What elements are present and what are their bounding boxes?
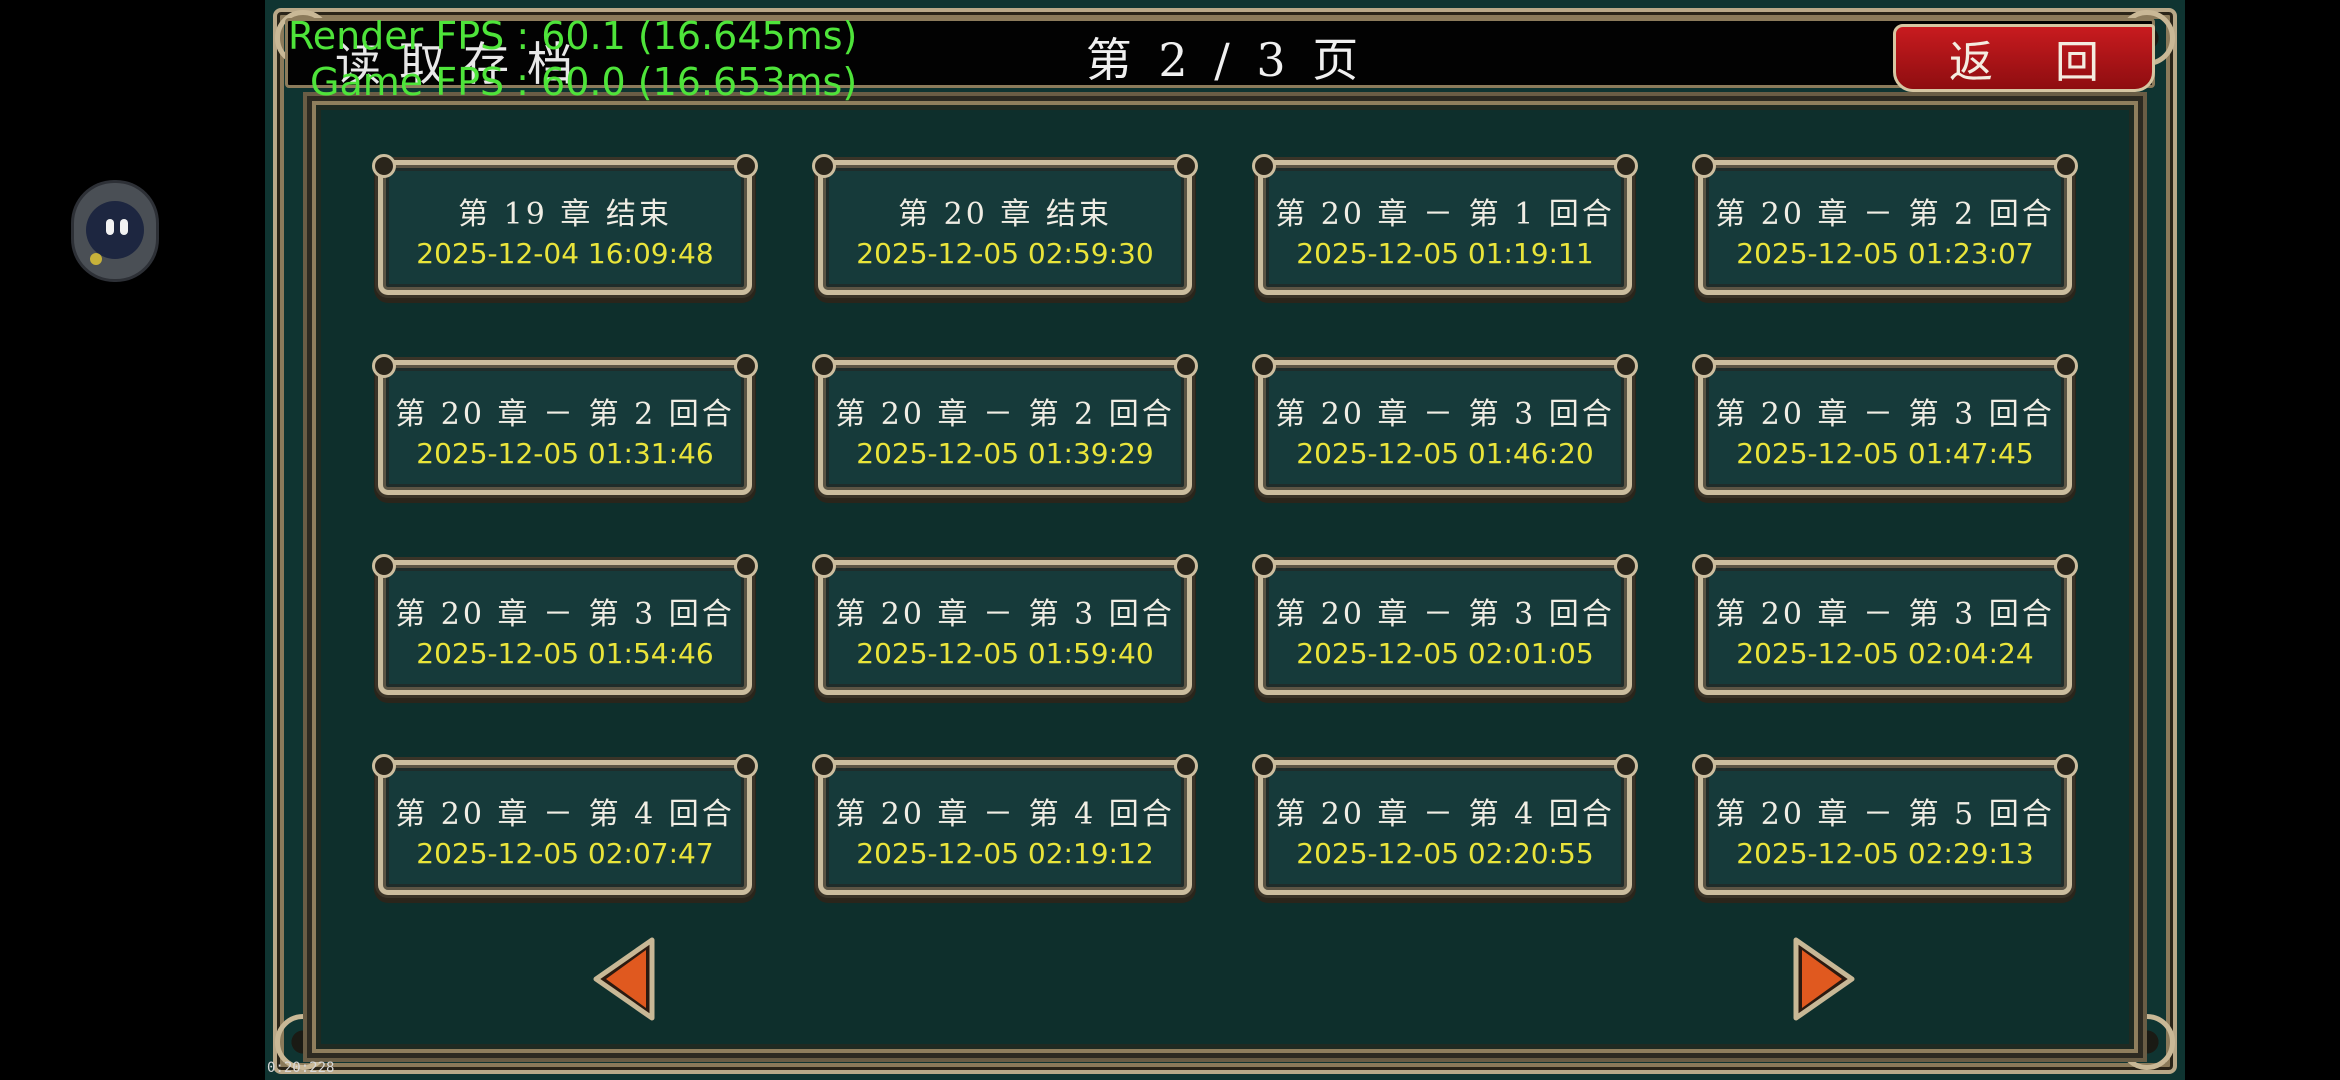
save-slot-label: 第 20 章 － 第 2 回合 [395,397,735,432]
save-slot[interactable]: 第 20 章 － 第 2 回合 2025-12-05 01:31:46 [372,354,758,495]
robot-eye-left [106,219,114,235]
robot-eye-right [120,219,128,235]
save-slot-timestamp: 2025-12-05 01:47:45 [1736,437,2034,470]
save-slot-timestamp: 2025-12-05 02:19:12 [856,837,1154,870]
save-slot-label: 第 20 章 － 第 3 回合 [835,597,1175,632]
save-slot[interactable]: 第 20 章 － 第 3 回合 2025-12-05 01:54:46 [372,554,758,695]
save-slot-label: 第 20 章 － 第 3 回合 [1275,397,1615,432]
game-fps-overlay: Game FPS : 60.0 (16.653ms) [310,60,858,104]
save-slot[interactable]: 第 20 章 － 第 4 回合 2025-12-05 02:07:47 [372,754,758,895]
save-slot-label: 第 20 章 － 第 3 回合 [1715,397,2055,432]
save-slot[interactable]: 第 20 章 － 第 3 回合 2025-12-05 01:59:40 [812,554,1198,695]
save-slot-timestamp: 2025-12-05 01:46:20 [1296,437,1594,470]
save-slot-timestamp: 2025-12-05 01:31:46 [416,437,714,470]
save-slot-label: 第 20 章 － 第 2 回合 [835,397,1175,432]
save-slot[interactable]: 第 20 章 － 第 1 回合 2025-12-05 01:19:11 [1252,154,1638,295]
back-button[interactable]: 返 回 [1893,24,2155,92]
load-save-screen: 读取存档 第 2 / 3 页 返 回 第 19 章 结束 2025-12-04 … [265,0,2185,1080]
save-slot[interactable]: 第 20 章 － 第 3 回合 2025-12-05 02:04:24 [1692,554,2078,695]
prev-page-button[interactable] [592,936,656,1022]
save-slot-timestamp: 2025-12-04 16:09:48 [416,237,714,270]
status-dot [90,253,102,265]
save-slot[interactable]: 第 20 章 － 第 2 回合 2025-12-05 01:23:07 [1692,154,2078,295]
timecode-overlay: 0:20:228 [267,1060,335,1076]
save-slot-label: 第 20 章 － 第 5 回合 [1715,797,2055,832]
save-slot-label: 第 20 章 － 第 4 回合 [1275,797,1615,832]
save-slot-timestamp: 2025-12-05 02:07:47 [416,837,714,870]
save-slot[interactable]: 第 19 章 结束 2025-12-04 16:09:48 [372,154,758,295]
save-slot-label: 第 19 章 结束 [458,197,672,232]
save-slot-timestamp: 2025-12-05 02:01:05 [1296,637,1594,670]
save-slot-label: 第 20 章 － 第 4 回合 [395,797,735,832]
save-slot-label: 第 20 章 － 第 2 回合 [1715,197,2055,232]
save-slot-timestamp: 2025-12-05 01:39:29 [856,437,1154,470]
save-slot[interactable]: 第 20 章 － 第 3 回合 2025-12-05 01:46:20 [1252,354,1638,495]
floating-assistant-bubble[interactable] [74,183,156,279]
save-slot-label: 第 20 章 － 第 4 回合 [835,797,1175,832]
save-slot[interactable]: 第 20 章 － 第 4 回合 2025-12-05 02:20:55 [1252,754,1638,895]
save-slot[interactable]: 第 20 章 － 第 4 回合 2025-12-05 02:19:12 [812,754,1198,895]
save-slot[interactable]: 第 20 章 结束 2025-12-05 02:59:30 [812,154,1198,295]
save-slot-timestamp: 2025-12-05 02:04:24 [1736,637,2034,670]
next-page-button[interactable] [1792,936,1856,1022]
save-slot[interactable]: 第 20 章 － 第 5 回合 2025-12-05 02:29:13 [1692,754,2078,895]
save-slot-timestamp: 2025-12-05 01:59:40 [856,637,1154,670]
save-slot-timestamp: 2025-12-05 01:54:46 [416,637,714,670]
save-slot-timestamp: 2025-12-05 02:20:55 [1296,837,1594,870]
robot-face-icon [86,201,144,259]
save-slot-timestamp: 2025-12-05 01:19:11 [1296,237,1594,270]
save-slot-timestamp: 2025-12-05 02:59:30 [856,237,1154,270]
save-slot-label: 第 20 章 结束 [898,197,1112,232]
render-fps-overlay: Render FPS : 60.1 (16.645ms) [288,14,858,58]
save-slot-label: 第 20 章 － 第 3 回合 [395,597,735,632]
save-slot-timestamp: 2025-12-05 01:23:07 [1736,237,2034,270]
save-slot[interactable]: 第 20 章 － 第 3 回合 2025-12-05 01:47:45 [1692,354,2078,495]
save-slot-timestamp: 2025-12-05 02:29:13 [1736,837,2034,870]
save-slot[interactable]: 第 20 章 － 第 2 回合 2025-12-05 01:39:29 [812,354,1198,495]
save-slot-label: 第 20 章 － 第 3 回合 [1715,597,2055,632]
save-slot[interactable]: 第 20 章 － 第 3 回合 2025-12-05 02:01:05 [1252,554,1638,695]
save-slot-label: 第 20 章 － 第 3 回合 [1275,597,1615,632]
save-slot-label: 第 20 章 － 第 1 回合 [1275,197,1615,232]
